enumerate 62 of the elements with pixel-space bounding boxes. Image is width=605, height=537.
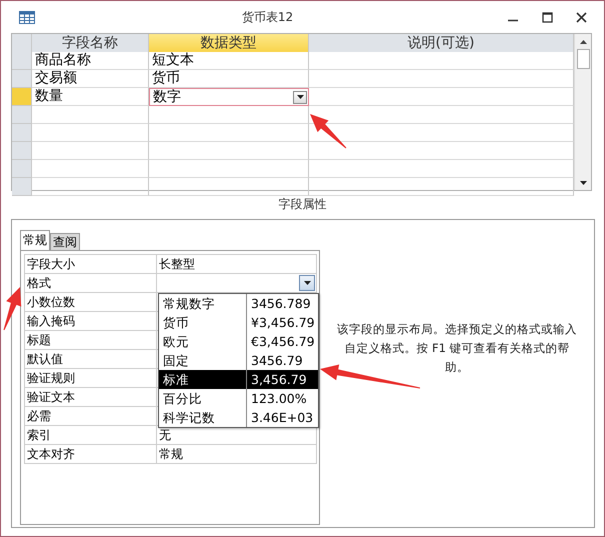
table-cell: 短文本	[149, 52, 309, 70]
property-label: 文本对齐	[25, 445, 157, 464]
option-name[interactable]: 常规数字	[159, 294, 247, 313]
grid-corner[interactable]	[12, 34, 32, 52]
type-field[interactable]: 数字	[149, 88, 309, 106]
option-name[interactable]: 货币	[159, 313, 247, 332]
column-header[interactable]: 数据类型	[149, 34, 309, 52]
annotation-arrow	[4, 287, 22, 330]
property-label: 验证文本	[25, 388, 157, 407]
option-name[interactable]: 欧元	[159, 332, 247, 351]
caret-icon	[304, 281, 310, 285]
row-selector[interactable]	[12, 52, 32, 70]
option-sample[interactable]: 3,456.79	[247, 370, 318, 389]
table-icon	[19, 10, 35, 24]
option-sample[interactable]: 3.46E+03	[247, 408, 318, 427]
option-name[interactable]: 百分比	[159, 389, 247, 408]
dropdown-button[interactable]	[299, 275, 315, 291]
option-sample[interactable]: ¥3,456.79	[247, 313, 318, 332]
property-label: 输入掩码	[25, 312, 157, 331]
row-selector[interactable]	[12, 124, 32, 142]
property-label: 标题	[25, 331, 157, 350]
column-header[interactable]: 说明(可选)	[309, 34, 574, 52]
row-selector[interactable]	[12, 106, 32, 124]
row-selector[interactable]	[12, 178, 32, 196]
caret-icon	[296, 95, 304, 99]
option-name[interactable]: 标准	[159, 370, 247, 389]
property-label: 索引	[25, 426, 157, 445]
table-cell: 商品名称	[32, 52, 149, 70]
option-sample[interactable]: 3456.789	[247, 294, 318, 313]
option-sample[interactable]: €3,456.79	[247, 332, 318, 351]
section-label: 字段属性	[278, 196, 328, 213]
tab[interactable]: 常规	[20, 230, 50, 250]
row-selector[interactable]	[12, 70, 32, 88]
caret-icon	[580, 180, 586, 184]
annotation-arrow	[310, 114, 346, 148]
scroll-thumb[interactable]	[576, 49, 590, 69]
property-label: 字段大小	[25, 255, 157, 274]
close-icon[interactable]	[576, 12, 586, 22]
table-cell: 交易额	[32, 70, 149, 88]
caret-icon	[580, 40, 586, 44]
dropdown-button[interactable]	[293, 90, 307, 104]
table-cell: 数量	[32, 88, 149, 106]
property-value[interactable]: 常规	[157, 445, 317, 464]
option-name[interactable]: 科学记数	[159, 408, 247, 427]
help-text: 该字段的显示布局。选择预定义的格式或输入自定义格式。按 F1 键可查看有关格式的帮助。	[336, 321, 578, 376]
tab[interactable]: 查阅	[50, 233, 80, 250]
property-label: 格式	[25, 274, 157, 293]
property-label: 小数位数	[25, 293, 157, 312]
maximize-icon[interactable]	[542, 12, 552, 22]
window-title: 货币表12	[240, 8, 294, 26]
property-value[interactable]: 长整型	[157, 255, 317, 274]
row-selector[interactable]	[12, 160, 32, 178]
option-sample[interactable]: 123.00%	[247, 389, 318, 408]
scrollbar[interactable]	[574, 34, 591, 190]
table-cell: 货币	[149, 70, 309, 88]
format-dropdown[interactable]: 常规数字 3456.789 货币 ¥3,456.79 欧元 €3,456.79 固定 3456.79 标准 3,456.79 百分比 123.00% 科学记数 3.46E+03	[158, 293, 319, 428]
property-label: 验证规则	[25, 369, 157, 388]
column-header[interactable]: 字段名称	[32, 34, 149, 52]
row-selector[interactable]	[12, 142, 32, 160]
property-label: 默认值	[25, 350, 157, 369]
property-label: 必需	[25, 407, 157, 426]
option-sample[interactable]: 3456.79	[247, 351, 318, 370]
